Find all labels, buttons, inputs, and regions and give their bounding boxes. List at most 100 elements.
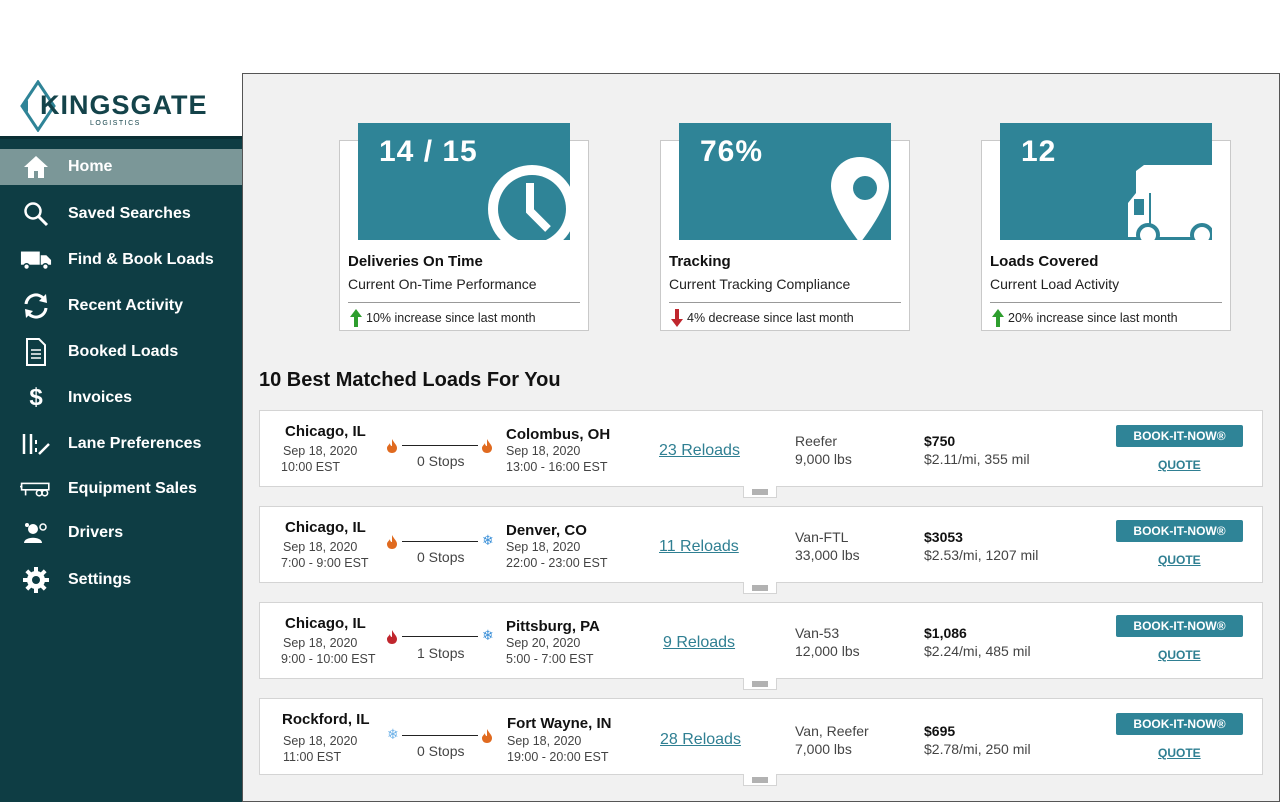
sidebar-item-find-book-loads[interactable]: Find & Book Loads bbox=[0, 242, 242, 278]
dest-time: 19:00 - 20:00 EST bbox=[507, 750, 609, 764]
drag-handle-icon[interactable] bbox=[743, 582, 777, 594]
quote-link[interactable]: QUOTE bbox=[1158, 553, 1201, 567]
kpi-trend: 20% increase since last month bbox=[992, 309, 1178, 327]
lanes-icon bbox=[20, 429, 52, 459]
sidebar-item-label: Drivers bbox=[68, 524, 124, 541]
flame-icon bbox=[482, 439, 492, 453]
sidebar-item-label: Invoices bbox=[68, 389, 133, 406]
truck-icon bbox=[20, 245, 52, 275]
book-it-now-button[interactable]: BOOK-IT-NOW® bbox=[1116, 425, 1243, 447]
location-pin-icon bbox=[831, 157, 889, 240]
sidebar-item-label: Saved Searches bbox=[68, 205, 191, 222]
load-row[interactable]: Chicago, IL Sep 18, 2020 10:00 EST 0 Sto… bbox=[259, 410, 1263, 498]
drag-handle-icon[interactable] bbox=[743, 486, 777, 498]
dest-city: Denver, CO bbox=[506, 522, 587, 539]
origin-date: Sep 18, 2020 bbox=[283, 444, 358, 458]
brand-tagline: LOGISTICS bbox=[90, 120, 141, 127]
kpi-description: Current On-Time Performance bbox=[348, 276, 537, 292]
brand-name: KINGSGATE bbox=[40, 90, 208, 120]
stops-count: 1 Stops bbox=[417, 645, 465, 661]
sidebar-item-settings[interactable]: Settings bbox=[0, 562, 242, 598]
sidebar-item-label: Settings bbox=[68, 571, 132, 588]
sidebar-item-label: Recent Activity bbox=[68, 297, 183, 314]
sidebar-item-label: Equipment Sales bbox=[68, 480, 197, 497]
load-row[interactable]: Chicago, IL Sep 18, 2020 7:00 - 9:00 EST… bbox=[259, 506, 1263, 594]
load-rate: $2.53/mi, 1207 mil bbox=[924, 547, 1039, 563]
refresh-icon bbox=[20, 291, 52, 321]
kpi-trend-text: 20% increase since last month bbox=[1008, 311, 1178, 325]
equipment-type: Van-53 bbox=[795, 625, 840, 641]
load-price: $695 bbox=[924, 723, 956, 739]
kpi-tile: 12 bbox=[1000, 123, 1212, 240]
flame-icon bbox=[387, 535, 397, 549]
route-line bbox=[402, 735, 478, 736]
dest-city: Colombus, OH bbox=[506, 426, 611, 443]
kpi-card-tracking[interactable]: 76% Tracking Current Tracking Compliance… bbox=[660, 123, 910, 331]
sidebar-item-label: Booked Loads bbox=[68, 343, 179, 360]
origin-date: Sep 18, 2020 bbox=[283, 540, 358, 554]
route-line bbox=[402, 541, 478, 542]
sidebar-item-booked-loads[interactable]: Booked Loads bbox=[0, 334, 242, 370]
arrow-down-icon bbox=[671, 309, 683, 327]
clock-icon bbox=[488, 165, 570, 240]
reloads-link[interactable]: 9 Reloads bbox=[663, 634, 735, 652]
origin-city: Chicago, IL bbox=[285, 615, 366, 632]
origin-city: Rockford, IL bbox=[282, 711, 370, 728]
origin-city: Chicago, IL bbox=[285, 423, 366, 440]
kpi-title: Loads Covered bbox=[990, 253, 1099, 270]
dest-date: Sep 18, 2020 bbox=[506, 444, 581, 458]
quote-link[interactable]: QUOTE bbox=[1158, 458, 1201, 472]
kpi-card-loads-covered[interactable]: 12 Loads Covered Current Load Activity 2… bbox=[981, 123, 1231, 331]
book-it-now-button[interactable]: BOOK-IT-NOW® bbox=[1116, 615, 1243, 637]
sidebar-item-invoices[interactable]: $ Invoices bbox=[0, 380, 242, 416]
stops-count: 0 Stops bbox=[417, 453, 465, 469]
stops-count: 0 Stops bbox=[417, 549, 465, 565]
reloads-link[interactable]: 23 Reloads bbox=[659, 442, 740, 460]
divider bbox=[990, 302, 1222, 303]
sidebar-item-saved-searches[interactable]: Saved Searches bbox=[0, 196, 242, 232]
sidebar-item-lane-preferences[interactable]: Lane Preferences bbox=[0, 426, 242, 462]
drag-handle-icon[interactable] bbox=[743, 774, 777, 786]
dest-date: Sep 18, 2020 bbox=[506, 540, 581, 554]
quote-link[interactable]: QUOTE bbox=[1158, 648, 1201, 662]
kpi-description: Current Load Activity bbox=[990, 276, 1120, 292]
sidebar: Home Saved Searches Find & Book Loads Re… bbox=[0, 136, 242, 802]
reloads-link[interactable]: 11 Reloads bbox=[659, 538, 739, 556]
route-line bbox=[402, 445, 478, 446]
kpi-description: Current Tracking Compliance bbox=[669, 276, 851, 292]
sidebar-item-equipment-sales[interactable]: Equipment Sales bbox=[0, 471, 242, 507]
load-row[interactable]: Rockford, IL Sep 18, 2020 11:00 EST ❄ 0 … bbox=[259, 698, 1263, 786]
snowflake-icon: ❄ bbox=[482, 627, 494, 643]
load-rate: $2.78/mi, 250 mil bbox=[924, 741, 1031, 757]
load-rate: $2.24/mi, 485 mil bbox=[924, 643, 1031, 659]
flame-icon bbox=[387, 439, 397, 453]
sidebar-item-drivers[interactable]: Drivers bbox=[0, 515, 242, 551]
dollar-icon: $ bbox=[29, 384, 43, 411]
trailer-icon bbox=[20, 474, 52, 504]
book-it-now-button[interactable]: BOOK-IT-NOW® bbox=[1116, 520, 1243, 542]
load-row[interactable]: Chicago, IL Sep 18, 2020 9:00 - 10:00 ES… bbox=[259, 602, 1263, 690]
route-line bbox=[402, 636, 478, 637]
kpi-card-deliveries[interactable]: 14 / 15 Deliveries On Time Current On-Ti… bbox=[339, 123, 589, 331]
load-weight: 9,000 lbs bbox=[795, 451, 852, 467]
origin-time: 10:00 EST bbox=[281, 460, 341, 474]
reloads-link[interactable]: 28 Reloads bbox=[660, 731, 741, 749]
kpi-trend: 4% decrease since last month bbox=[671, 309, 854, 327]
sidebar-item-home[interactable]: Home bbox=[0, 149, 242, 185]
kpi-tile: 76% bbox=[679, 123, 891, 240]
brand-logo[interactable]: KINGSGATE LOGISTICS bbox=[0, 74, 242, 136]
quote-link[interactable]: QUOTE bbox=[1158, 746, 1201, 760]
drag-handle-icon[interactable] bbox=[743, 678, 777, 690]
book-it-now-button[interactable]: BOOK-IT-NOW® bbox=[1116, 713, 1243, 735]
dest-date: Sep 20, 2020 bbox=[506, 636, 581, 650]
dest-time: 22:00 - 23:00 EST bbox=[506, 556, 608, 570]
load-weight: 7,000 lbs bbox=[795, 741, 852, 757]
load-weight: 33,000 lbs bbox=[795, 547, 860, 563]
kpi-value: 12 bbox=[1021, 135, 1057, 168]
kpi-trend: 10% increase since last month bbox=[350, 309, 536, 327]
dest-date: Sep 18, 2020 bbox=[507, 734, 582, 748]
load-weight: 12,000 lbs bbox=[795, 643, 860, 659]
kpi-tile: 14 / 15 bbox=[358, 123, 570, 240]
load-price: $3053 bbox=[924, 529, 963, 545]
sidebar-item-recent-activity[interactable]: Recent Activity bbox=[0, 288, 242, 324]
